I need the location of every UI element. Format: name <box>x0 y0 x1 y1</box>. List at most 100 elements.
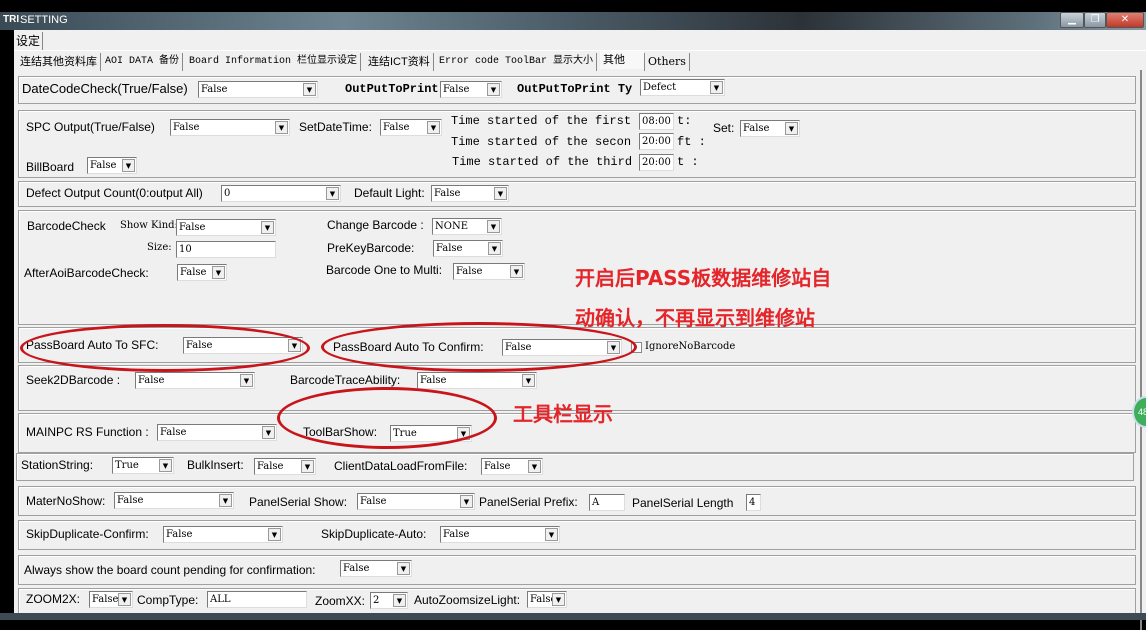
select-value: False <box>383 122 410 133</box>
tab-board-info[interactable]: Board Information 栏位显示设定 <box>186 53 362 71</box>
spc-output-label: SPC Output(True/False) <box>26 120 155 134</box>
barcode-one-to-multi-select[interactable]: False ▼ <box>453 263 525 280</box>
scrollbar[interactable] <box>1140 70 1142 630</box>
skipduplicate-auto-select[interactable]: False ▼ <box>440 526 560 543</box>
chevron-down-icon: ▼ <box>262 426 275 439</box>
tab-aoi-backup[interactable]: AOI DATA 备份 <box>102 53 184 71</box>
prekey-barcode-label: PreKeyBarcode: <box>327 241 415 255</box>
tab-link-other-db[interactable]: 连结其他资料库 <box>17 53 101 71</box>
change-barcode-select[interactable]: NONE ▼ <box>432 218 502 235</box>
default-light-select[interactable]: False ▼ <box>431 185 509 202</box>
tab-other[interactable]: 其他 <box>600 51 644 69</box>
chevron-down-icon: ▼ <box>785 122 798 135</box>
spc-output-select[interactable]: False ▼ <box>170 119 290 136</box>
chevron-down-icon: ▼ <box>326 187 339 200</box>
panelserial-length-input[interactable]: 4 <box>746 494 761 511</box>
select-value: False <box>92 594 119 605</box>
chevron-down-icon: ▼ <box>118 593 131 606</box>
autozoomsize-light-label: AutoZoomsizeLight: <box>414 593 521 607</box>
select-value: False <box>434 188 461 199</box>
select-value: False <box>160 427 187 438</box>
select-value: 2 <box>373 595 380 606</box>
select-value: Defect <box>643 82 677 93</box>
clientdataload-select[interactable]: False ▼ <box>481 458 543 475</box>
chevron-down-icon: ▼ <box>522 374 535 387</box>
bulkinsert-select[interactable]: False ▼ <box>254 458 316 475</box>
datecodecheck-label: DateCodeCheck(True/False) <box>22 81 188 96</box>
size-label: Size: <box>147 242 172 253</box>
chevron-down-icon: ▼ <box>494 187 507 200</box>
annotation-ellipse <box>277 387 497 449</box>
mainpc-rs-label: MAINPC RS Function : <box>26 425 149 439</box>
tab-errorcode-toolbar[interactable]: Error code ToolBar 显示大小 <box>436 53 598 71</box>
ignore-nobarcode-label: IgnoreNoBarcode <box>645 341 736 352</box>
seek2dbarcode-select[interactable]: False ▼ <box>135 372 255 389</box>
afteraoi-barcodecheck-select[interactable]: False ▼ <box>177 264 227 281</box>
taskbar-strip <box>0 613 1146 620</box>
setdatetime-label: SetDateTime: <box>299 120 372 134</box>
outputtoprint-label: OutPutToPrint <box>345 82 439 96</box>
chevron-down-icon: ▼ <box>393 594 406 607</box>
tab-link-ict[interactable]: 连结ICT资料 <box>365 53 434 71</box>
zoom2x-select[interactable]: False ▼ <box>89 591 133 608</box>
maternoshow-select[interactable]: False ▼ <box>114 492 234 509</box>
mainpc-rs-select[interactable]: False ▼ <box>157 424 277 441</box>
app-logo: TRI <box>3 14 20 25</box>
second-shift-input[interactable]: 20:00 <box>639 133 674 150</box>
first-shift-input[interactable]: 08:00 <box>639 113 674 130</box>
bulkinsert-label: BulkInsert: <box>187 458 244 472</box>
zoomxx-label: ZoomXX: <box>315 594 366 608</box>
show-kind-select[interactable]: False ▼ <box>176 219 276 236</box>
select-value: False <box>343 563 370 574</box>
title-bar: TRI SETTING <box>0 12 1146 30</box>
select-value: 0 <box>224 188 231 199</box>
defect-output-count-select[interactable]: 0 ▼ <box>221 185 341 202</box>
barcode-traceability-select[interactable]: False ▼ <box>417 372 537 389</box>
chevron-down-icon: ▼ <box>488 242 501 255</box>
clientdataload-label: ClientDataLoadFromFile: <box>334 459 468 473</box>
chevron-down-icon: ▼ <box>487 220 500 233</box>
tab-main-settings[interactable]: 设定 <box>14 32 44 50</box>
always-show-count-select[interactable]: False ▼ <box>340 560 412 577</box>
barcode-traceability-label: BarcodeTraceAbility: <box>290 373 401 387</box>
outputtoprint-type-select[interactable]: Defect ▼ <box>640 79 725 96</box>
first-shift-label: Time started of the first <box>451 114 632 128</box>
annotation-passboard-line1: 开启后PASS板数据维修站自 <box>575 266 832 290</box>
window-title: SETTING <box>20 14 68 26</box>
select-value: False <box>456 266 483 277</box>
chevron-down-icon: ▼ <box>528 460 541 473</box>
set-select[interactable]: False ▼ <box>740 120 800 137</box>
annotation-toolbar: 工具栏显示 <box>513 402 613 426</box>
minimize-button[interactable]: ▁ <box>1060 12 1084 28</box>
tab-others[interactable]: Others <box>644 53 690 71</box>
chevron-down-icon: ▼ <box>303 83 316 96</box>
size-input[interactable]: 10 <box>176 241 276 258</box>
zoomxx-select[interactable]: 2 ▼ <box>370 592 408 609</box>
stationstring-select[interactable]: True ▼ <box>112 457 174 474</box>
outputtoprint-type-label: OutPutToPrint Ty <box>517 82 633 96</box>
setdatetime-select[interactable]: False ▼ <box>380 119 442 136</box>
close-button[interactable]: ✕ <box>1106 12 1144 28</box>
panelserial-prefix-input[interactable]: A <box>589 494 625 511</box>
outputtoprint-select[interactable]: False ▼ <box>440 81 502 98</box>
comptype-label: CompType: <box>137 593 199 607</box>
autozoomsize-light-select[interactable]: False ▼ <box>527 591 567 608</box>
select-value: False <box>443 529 470 540</box>
comptype-input[interactable]: ALL <box>207 591 307 608</box>
select-value: False <box>117 495 144 506</box>
panelserial-show-select[interactable]: False ▼ <box>357 493 475 510</box>
chevron-down-icon: ▼ <box>240 374 253 387</box>
skipduplicate-confirm-select[interactable]: False ▼ <box>163 526 283 543</box>
select-value: NONE <box>435 221 468 232</box>
select-value: False <box>420 375 447 386</box>
chevron-down-icon: ▼ <box>552 593 565 606</box>
always-show-count-label: Always show the board count pending for … <box>24 563 316 577</box>
maximize-button[interactable]: ❐ <box>1084 12 1106 28</box>
billboard-select[interactable]: False ▼ <box>87 157 137 174</box>
datecodecheck-select[interactable]: False ▼ <box>198 81 318 98</box>
chevron-down-icon: ▼ <box>487 83 500 96</box>
select-value: False <box>138 375 165 386</box>
third-shift-input[interactable]: 20:00 <box>639 154 674 171</box>
prekey-barcode-select[interactable]: False ▼ <box>433 240 503 257</box>
panelserial-length-label: PanelSerial Length <box>632 496 734 510</box>
